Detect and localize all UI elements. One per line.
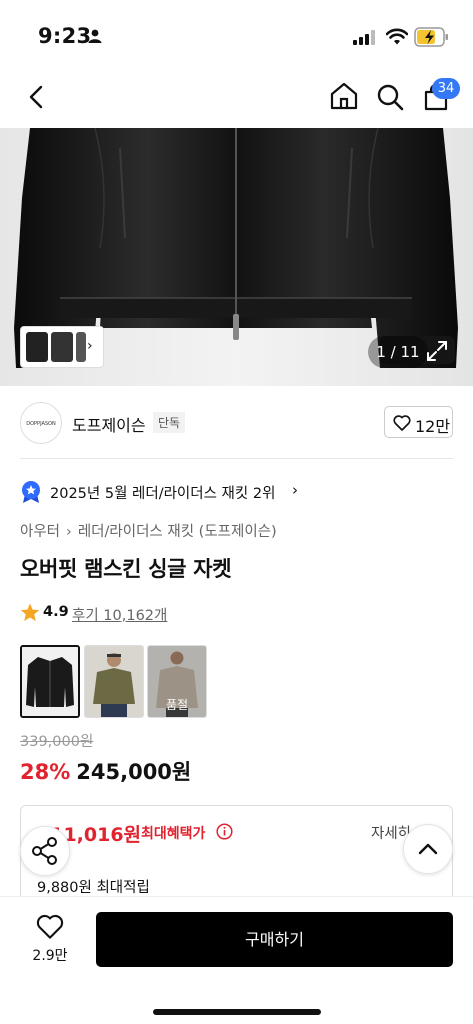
buy-button[interactable]: 구매하기 [96, 912, 453, 967]
heart-icon [393, 415, 411, 431]
thumbnail-1[interactable] [26, 332, 48, 362]
variant-thumbnail-image [85, 646, 143, 717]
signal-icon [353, 30, 375, 45]
info-icon[interactable] [216, 823, 233, 840]
max-points: 9,880원 최대적립 [37, 880, 150, 896]
discount-rate: 28% [20, 760, 71, 784]
wifi-icon [386, 28, 408, 45]
final-price: 245,000원 [76, 760, 192, 784]
chevron-right-icon[interactable]: › [87, 338, 93, 354]
image-counter: 1 / 11 [368, 336, 428, 368]
price-row: 28% 245,000원 [20, 756, 191, 786]
heart-icon [36, 914, 64, 939]
scroll-to-top-button[interactable] [403, 824, 453, 874]
share-icon [32, 837, 57, 865]
product-title: 오버핏 램스킨 싱글 자켓 [20, 557, 232, 581]
exclusive-tag: 단독 [153, 412, 186, 433]
wishlist-count: 2.9만 [32, 948, 68, 964]
thumbnail-2[interactable] [51, 332, 73, 362]
category-parent[interactable]: 아우터 [20, 524, 60, 540]
variant-option-black[interactable] [20, 645, 80, 718]
max-benefit-label: 최대혜택가 [141, 826, 206, 842]
ranking-badge-icon [22, 481, 40, 503]
original-price: 339,000원 [20, 734, 94, 750]
category-child[interactable]: 레더/라이더스 재킷 (도프제이슨) [78, 524, 277, 540]
chevron-right-icon: › [292, 481, 298, 499]
soldout-overlay: 품절 [148, 646, 206, 717]
nav-bar: 34 [0, 70, 473, 128]
variant-option-khaki[interactable] [84, 645, 144, 718]
star-icon [20, 603, 40, 621]
battery-charging-icon [414, 27, 448, 47]
chevron-right-icon: › [66, 524, 72, 540]
divider [20, 458, 453, 459]
back-arrow-icon[interactable] [22, 82, 52, 112]
ranking-text: 2025년 5월 레더/라이더스 재킷 2위 [50, 486, 276, 502]
thumbnail-3[interactable] [76, 332, 86, 362]
person-icon [88, 29, 102, 43]
review-count-link[interactable]: 후기 10,162개 [72, 604, 167, 625]
expand-icon[interactable] [426, 340, 448, 362]
brand-row: DOPPJASON 도프제이슨 단독 12만 [0, 398, 473, 454]
status-bar: 9:23 [0, 0, 473, 70]
rating-score: 4.9 [43, 604, 69, 620]
brand-name[interactable]: 도프제이슨 [72, 412, 146, 436]
search-icon[interactable] [375, 82, 405, 112]
brand-like-button[interactable]: 12만 [384, 406, 453, 438]
brand-logo[interactable]: DOPPJASON [20, 402, 62, 444]
bottom-action-bar: 2.9만 구매하기 [0, 896, 473, 1024]
brand-like-count: 12만 [415, 417, 451, 436]
category-breadcrumb: 아우터 › 레더/라이더스 재킷 (도프제이슨) [20, 520, 277, 541]
wishlist-button[interactable]: 2.9만 [24, 911, 76, 967]
chevron-up-icon [418, 843, 438, 855]
benefit-box: 211,016원 최대혜택가 자세히 9,880원 최대적립 [20, 805, 453, 905]
variant-option-beige[interactable]: 품절 [147, 645, 207, 718]
home-icon[interactable] [328, 80, 360, 112]
variant-thumbnail-image [22, 647, 78, 716]
status-time: 9:23 [38, 24, 92, 48]
cart-count-badge: 34 [432, 78, 460, 99]
home-indicator [153, 1009, 321, 1015]
share-button[interactable] [20, 826, 70, 876]
